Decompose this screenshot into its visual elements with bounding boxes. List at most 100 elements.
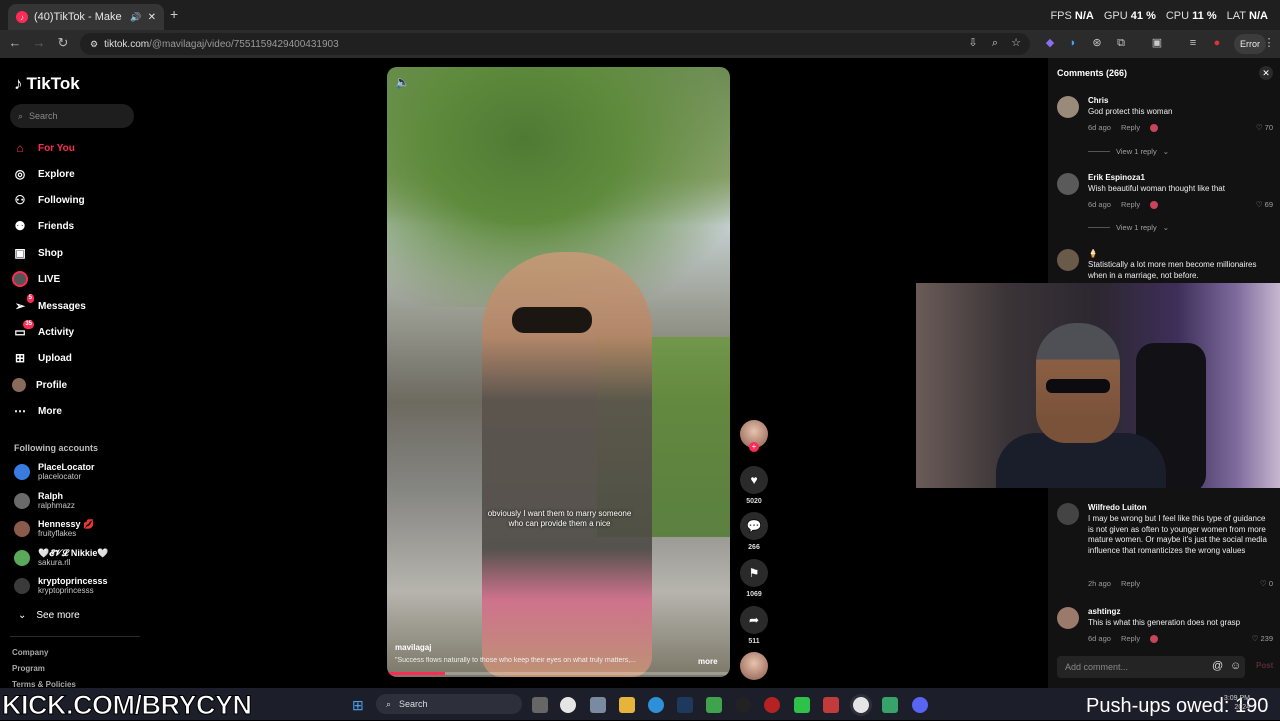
reply-button[interactable]: Reply	[1121, 200, 1140, 209]
split-view-icon[interactable]: ▣	[1150, 36, 1164, 50]
video-author[interactable]: mavilagaj	[395, 643, 431, 652]
taskbar-clock[interactable]: 3:09 PM 2024	[1220, 694, 1250, 712]
nav-explore[interactable]: ◎ Explore	[12, 163, 75, 185]
nav-for-you[interactable]: ⌂ For You	[12, 137, 74, 159]
back-icon[interactable]: ←	[6, 35, 24, 50]
nav-following[interactable]: ⚇ Following	[12, 189, 85, 211]
app-icon[interactable]	[823, 697, 839, 713]
taskbar-search[interactable]: ⌕ Search	[376, 694, 522, 714]
save-button[interactable]: ⚑ 1069	[740, 559, 768, 598]
tiktok-logo[interactable]: ♪ TikTok	[14, 74, 80, 94]
tab-audio-icon[interactable]: 🔊	[130, 12, 141, 23]
profile-avatar-icon[interactable]: ●	[1210, 36, 1224, 50]
follow-plus-icon[interactable]: +	[749, 442, 759, 452]
mention-icon[interactable]: @	[1212, 660, 1223, 672]
nav-shop[interactable]: ▣ Shop	[12, 242, 63, 264]
heart-icon[interactable]: ♡	[1252, 634, 1259, 643]
task-view-icon[interactable]	[532, 697, 548, 713]
gpu-value: 41 %	[1130, 10, 1156, 22]
nav-friends[interactable]: ⚉ Friends	[12, 215, 75, 237]
search-input[interactable]: ⌕ Search	[10, 104, 134, 128]
comment-author[interactable]: Chris	[1088, 96, 1108, 105]
discord-icon[interactable]	[912, 697, 928, 713]
nav-messages[interactable]: ➢ 5 Messages	[12, 294, 86, 317]
comment-author[interactable]: Wilfredo Luiton	[1088, 503, 1147, 512]
reply-button[interactable]: Reply	[1121, 634, 1140, 643]
site-info-icon[interactable]: ⚙	[90, 39, 98, 50]
footer-link[interactable]: Program	[12, 664, 45, 673]
forward-icon[interactable]: →	[30, 35, 48, 50]
extensions-puzzle-icon[interactable]: ⧉	[1114, 36, 1128, 50]
see-more-button[interactable]: ⌄ See more	[18, 610, 80, 621]
like-button[interactable]: ♥ 5020	[740, 466, 768, 505]
nav-profile[interactable]: Profile	[12, 374, 67, 396]
comment-button[interactable]: 💬 266	[740, 512, 768, 551]
file-explorer-icon[interactable]	[619, 697, 635, 713]
nav-activity[interactable]: ▭ 35 Activity	[12, 320, 74, 343]
creator-liked-icon	[1150, 123, 1159, 132]
nav-upload[interactable]: ⊞ Upload	[12, 347, 72, 369]
avatar[interactable]	[1057, 173, 1079, 195]
app-icon[interactable]	[882, 697, 898, 713]
video-more-link[interactable]: more	[698, 657, 718, 666]
share-button[interactable]: ➦ 511	[740, 606, 768, 645]
account-item[interactable]: Hennessy 💋 fruityflakes	[14, 519, 94, 539]
avatar[interactable]	[1057, 607, 1079, 629]
chrome-icon[interactable]	[853, 697, 869, 713]
extension-icon[interactable]: ⊛	[1090, 36, 1104, 50]
zoom-icon[interactable]: ⌕	[988, 36, 1002, 50]
account-name: PlaceLocator	[38, 462, 95, 472]
kebab-menu-icon[interactable]: ⋮	[1262, 36, 1276, 50]
avatar[interactable]	[1057, 249, 1079, 271]
comment-author[interactable]: Erik Espinoza1	[1088, 173, 1145, 182]
windows-start-icon[interactable]: ⊞	[352, 697, 364, 714]
avatar[interactable]	[1057, 503, 1079, 525]
extension-icon[interactable]: ◆	[1043, 36, 1057, 50]
view-replies-button[interactable]: View 1 reply ⌄	[1088, 223, 1169, 232]
heart-icon[interactable]: ♡	[1256, 123, 1263, 132]
comment-author[interactable]: ashtingz	[1088, 607, 1120, 616]
tab-close-icon[interactable]: ✕	[148, 12, 156, 23]
reading-list-icon[interactable]: ≡	[1186, 36, 1200, 50]
music-disc-button[interactable]	[740, 652, 768, 680]
video-progress-bar[interactable]	[387, 672, 730, 675]
github-icon[interactable]	[735, 697, 751, 713]
account-item[interactable]: kryptoprincesss kryptoprincesss	[14, 576, 108, 596]
account-item[interactable]: 🤍𝓔𝓥𝓛 Nikkie🤍 sakura.rll	[14, 548, 109, 568]
nav-label: Upload	[38, 352, 72, 364]
nav-more[interactable]: ⋯ More	[12, 400, 62, 422]
address-bar[interactable]: ⚙ tiktok.com/@mavilagaj/video/7551159429…	[80, 33, 1030, 55]
chrome-icon[interactable]	[560, 697, 576, 713]
view-replies-button[interactable]: View 1 reply ⌄	[1088, 147, 1169, 156]
install-icon[interactable]: ⇩	[966, 36, 980, 50]
taskbar-search-label: Search	[399, 699, 428, 709]
volume-icon[interactable]: 🔈	[395, 75, 410, 89]
reload-icon[interactable]: ↻	[54, 35, 72, 51]
footer-link[interactable]: Company	[12, 648, 48, 657]
extension-icon[interactable]: ◗	[1066, 36, 1080, 50]
new-tab-button[interactable]: +	[170, 6, 178, 22]
nav-live[interactable]: LIVE	[12, 268, 60, 290]
comment-author[interactable]: 🍦	[1088, 249, 1098, 258]
like-count: 69	[1264, 200, 1273, 209]
edge-icon[interactable]	[648, 697, 664, 713]
bookmark-star-icon[interactable]: ☆	[1009, 36, 1023, 50]
settings-icon[interactable]	[590, 697, 606, 713]
close-icon[interactable]: ✕	[1259, 66, 1273, 80]
avatar[interactable]	[1057, 96, 1079, 118]
app-icon[interactable]	[794, 697, 810, 713]
reply-button[interactable]: Reply	[1121, 123, 1140, 132]
account-item[interactable]: Ralph ralphmazz	[14, 491, 75, 511]
steam-icon[interactable]	[677, 697, 693, 713]
reply-button[interactable]: Reply	[1121, 579, 1140, 588]
app-icon[interactable]	[706, 697, 722, 713]
post-comment-button[interactable]: Post	[1256, 661, 1273, 670]
browser-tab[interactable]: ♪ (40)TikTok - Make Your Day 🔊 ✕	[8, 4, 164, 30]
app-icon[interactable]	[764, 697, 780, 713]
author-avatar-button[interactable]: +	[740, 420, 768, 452]
heart-icon[interactable]: ♡	[1260, 579, 1267, 588]
account-item[interactable]: PlaceLocator placelocator	[14, 462, 95, 482]
heart-icon[interactable]: ♡	[1256, 200, 1263, 209]
emoji-icon[interactable]: ☺	[1230, 660, 1241, 672]
video-player[interactable]: 🔈 obviously I want them to marry someone…	[387, 67, 730, 677]
